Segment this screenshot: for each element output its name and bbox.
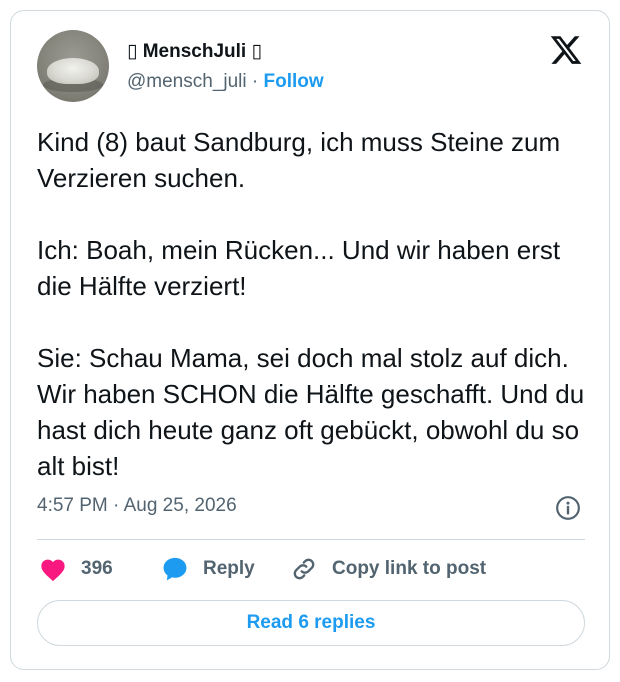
follow-button[interactable]: Follow xyxy=(264,71,324,92)
author-handle[interactable]: @mensch_juli xyxy=(127,71,247,92)
action-bar: 396 Reply Copy link to post xyxy=(11,552,611,586)
reply-button[interactable]: Reply xyxy=(161,552,255,586)
avatar[interactable] xyxy=(37,30,109,102)
avatar-sand-pile xyxy=(47,58,99,84)
speech-bubble-icon xyxy=(163,557,187,581)
copy-link-label: Copy link to post xyxy=(332,558,487,579)
like-count: 396 xyxy=(81,558,113,579)
reply-label: Reply xyxy=(203,558,255,579)
link-icon xyxy=(293,558,315,580)
x-logo-icon[interactable] xyxy=(549,33,583,67)
author-display-name[interactable]: ▯ MenschJuli ▯ xyxy=(127,40,262,63)
read-replies-button[interactable]: Read 6 replies xyxy=(37,600,585,646)
tweet-text: Kind (8) baut Sandburg, ich muss Steine … xyxy=(37,127,585,481)
like-button[interactable]: 396 xyxy=(39,552,113,586)
info-icon[interactable] xyxy=(555,495,581,521)
heart-icon xyxy=(41,559,65,582)
copy-link-button[interactable]: Copy link to post xyxy=(290,552,486,586)
author-handle-line: @mensch_juli · Follow xyxy=(127,71,324,93)
divider xyxy=(37,539,585,540)
handle-separator: · xyxy=(251,71,259,92)
tweet-card: ▯ MenschJuli ▯ @mensch_juli · Follow Kin… xyxy=(10,10,610,670)
tweet-timestamp[interactable]: 4:57 PM · Aug 25, 2026 xyxy=(37,495,237,517)
